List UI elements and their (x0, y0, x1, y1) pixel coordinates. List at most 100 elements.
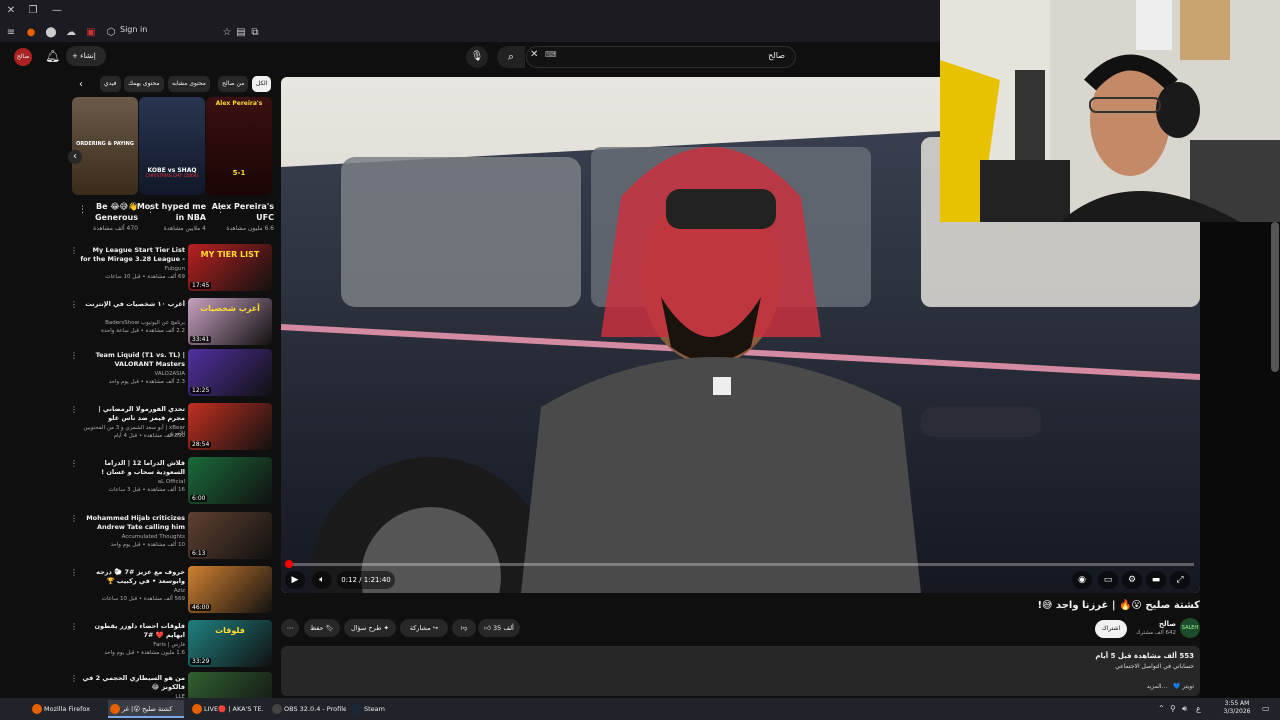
more-options-icon[interactable]: ⋮ (70, 514, 78, 523)
video-thumbnail[interactable]: فلوقات 33:29 (188, 620, 272, 667)
video-title[interactable]: خروف مع عزيز #7 🐑 درجه وابوسعد • في ركبي… (80, 568, 185, 586)
taskbar-app[interactable]: OBS 32.0.4 - Profile:... (270, 700, 346, 718)
side-video-item[interactable]: 6:13 Mohammed Hijab criticizes Andrew Tat… (70, 512, 276, 560)
fullscreen-icon[interactable]: ⤢ (1170, 571, 1190, 589)
side-video-item[interactable]: 6:00 فلاش الدراما 12 | الدراما السعودية س… (70, 457, 276, 505)
system-clock[interactable]: 3:55 AM 3/3/2026 (1222, 700, 1252, 716)
video-title[interactable]: تحدي الفورمولا الرمضاني | مجرم قيمز ضد ن… (80, 405, 185, 423)
more-options-icon[interactable]: ⋮ (70, 246, 78, 255)
channel-avatar[interactable]: SALEH (1180, 618, 1200, 638)
shelf-title[interactable]: Alex Pereira's UFC (204, 201, 274, 223)
autoplay-toggle-icon[interactable]: ◉ (1072, 571, 1092, 589)
channel-name[interactable]: برنامج عن اليوتيوب BadersShow (80, 320, 185, 326)
more-options-icon[interactable]: ⋮ (70, 300, 78, 309)
video-thumbnail[interactable]: 6:13 (188, 512, 272, 559)
tray-chevron-icon[interactable]: ⌃ (1158, 704, 1165, 713)
side-video-item[interactable]: MY TIER LIST 17:45 My League Start Tier Li… (70, 244, 276, 292)
settings-gear-icon[interactable]: ⚙ (1122, 571, 1142, 589)
chip-for-you[interactable]: محتوى يهمك (124, 76, 164, 92)
screenshot-icon[interactable]: ⧉ (248, 26, 262, 40)
shelf-prev-chevron-icon[interactable]: ‹ (68, 150, 82, 164)
extension-icon[interactable]: ● (24, 26, 38, 40)
extension-icon[interactable]: ⬤ (44, 26, 58, 40)
sign-in-button[interactable]: Sign in (120, 25, 147, 34)
network-icon[interactable]: ⚲ (1170, 704, 1176, 713)
video-title[interactable]: Mohammed Hijab criticizes Andrew Tate ca… (80, 514, 185, 532)
save-button[interactable]: حفظ 🔖︎ (304, 619, 340, 637)
video-thumbnail[interactable]: 12:25 (188, 349, 272, 396)
more-link[interactable]: ...المزيد (1146, 683, 1167, 690)
puzzle-icon[interactable]: ⬡ (104, 26, 118, 40)
more-options-icon[interactable]: ⋮ (70, 568, 78, 577)
more-options-icon[interactable]: ⋮ (70, 459, 78, 468)
video-progress-bar[interactable] (287, 563, 1194, 566)
extension-icon[interactable]: ☁ (64, 26, 78, 40)
side-video-item[interactable]: فلوقات 33:29 فلوقات احضاء دلوزر يقطون ابها… (70, 620, 276, 668)
close-icon[interactable]: ✕ (4, 4, 18, 18)
video-thumbnail[interactable]: 28:54 (188, 403, 272, 450)
share-button[interactable]: مشاركة ↪ (400, 619, 448, 637)
more-options-icon[interactable]: ⋮ (70, 622, 78, 631)
channel-name[interactable]: Fubgun (80, 266, 185, 272)
volume-icon[interactable]: 🔈︎ (312, 571, 332, 589)
page-scrollbar[interactable] (1271, 222, 1279, 372)
more-options-icon[interactable]: ⋮ (146, 205, 155, 215)
more-options-icon[interactable]: ⋮ (70, 405, 78, 414)
side-video-item[interactable]: 46:00 خروف مع عزيز #7 🐑 درجه وابوسعد • في… (70, 566, 276, 614)
channel-name[interactable]: صالح (1140, 620, 1176, 628)
extension-icon[interactable]: ▣ (84, 26, 98, 40)
notifications-bell-icon[interactable]: 🔔︎ (45, 49, 60, 63)
keyboard-icon[interactable]: ⌨ (545, 50, 557, 59)
video-thumbnail[interactable]: 46:00 (188, 566, 272, 613)
search-input[interactable]: صالح (526, 46, 796, 68)
create-button[interactable]: + إنشاء (66, 46, 106, 66)
chip-related[interactable]: محتوى مشابه (168, 76, 210, 92)
video-title[interactable]: Team Liquid (T1 vs. TL) | VALORANT Maste… (80, 351, 185, 369)
more-options-icon[interactable]: ⋮ (216, 205, 225, 215)
channel-name[interactable]: Accumulated Thoughts (80, 534, 185, 540)
like-button[interactable]: 👍︎ 35 ألف (478, 619, 520, 637)
shelf-thumbnail[interactable]: ORDERING & PAYING (72, 97, 138, 195)
taskbar-app[interactable]: LIVE🔴 | AKA'S TE... (190, 700, 264, 718)
reader-icon[interactable]: ▤ (234, 26, 248, 40)
taskbar-app[interactable]: Steam (350, 700, 390, 718)
menu-icon[interactable]: ≡ (4, 26, 18, 40)
video-title[interactable]: فلوقات احضاء دلوزر يقطون ابهايم ❤️ #7 (80, 622, 186, 640)
search-icon[interactable]: ⌕ (497, 46, 525, 68)
video-thumbnail[interactable]: MY TIER LIST 17:45 (188, 244, 272, 291)
channel-name[interactable]: Aziz (80, 588, 185, 594)
language-icon[interactable]: ع (1196, 704, 1201, 713)
more-options-icon[interactable]: ⋮ (70, 674, 78, 683)
chip-from-channel[interactable]: من صالح (218, 76, 249, 92)
more-actions-icon[interactable]: ⋯ (281, 619, 299, 637)
theater-mode-icon[interactable]: ▬ (1146, 571, 1166, 589)
side-video-item[interactable]: أغرب شخصيات 33:41 أغرب ١٠ شخصيات في الإنتر… (70, 298, 276, 346)
shelf-thumbnail[interactable]: Alex Pereira's 5-1 (206, 97, 272, 195)
video-title[interactable]: أغرب ١٠ شخصيات في الإنترنت (80, 300, 185, 309)
description-more-link[interactable]: تويتر 💙 ...المزيد (1146, 683, 1194, 690)
subscribe-button[interactable]: اشتراك (1095, 620, 1127, 638)
chips-prev-chevron-icon[interactable]: ‹ (79, 79, 83, 90)
side-video-item[interactable]: 12:25 Team Liquid (T1 vs. TL) | VALORANT … (70, 349, 276, 397)
video-thumbnail[interactable]: 6:00 (188, 457, 272, 504)
video-title[interactable]: My League Start Tier List for the Mirage… (80, 246, 185, 264)
channel-name[interactable]: فارس | Faris (80, 642, 185, 648)
channel-name[interactable]: VALO2ASIA (80, 371, 185, 377)
minimize-icon[interactable]: — (50, 4, 64, 18)
taskbar-app[interactable]: كشتة صليح 😮| غر (108, 700, 184, 718)
channel-name[interactable]: aL Official (80, 479, 185, 485)
shelf-thumbnail[interactable]: KOBE vs SHAQ CHRISTMAS DAY (2004) (139, 97, 205, 195)
ask-question-button[interactable]: طرح سؤال ✦ (344, 619, 396, 637)
volume-tray-icon[interactable]: 🔊︎ (1182, 704, 1187, 714)
taskbar-app[interactable]: Mozilla Firefox (30, 700, 104, 718)
side-video-item[interactable]: 28:54 تحدي الفورمولا الرمضاني | مجرم قيمز… (70, 403, 276, 451)
video-title[interactable]: فلاش الدراما 12 | الدراما السعودية سحاب … (80, 459, 185, 477)
chip-videos[interactable]: فيدي (100, 76, 121, 92)
more-options-icon[interactable]: ⋮ (78, 205, 87, 215)
restore-icon[interactable]: ❐ (26, 4, 40, 18)
description-box[interactable] (281, 646, 1200, 696)
scrubber-handle[interactable] (285, 560, 293, 568)
more-options-icon[interactable]: ⋮ (70, 351, 78, 360)
video-thumbnail[interactable]: أغرب شخصيات 33:41 (188, 298, 272, 345)
play-icon[interactable]: ▶ (285, 571, 305, 589)
